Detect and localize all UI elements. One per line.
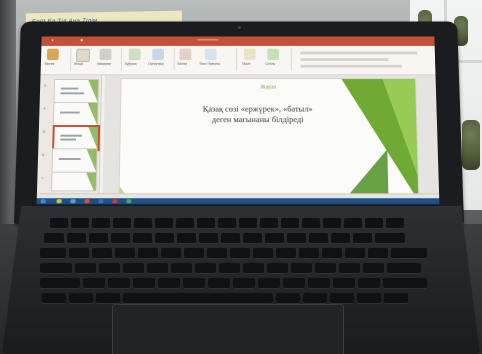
touchpad[interactable] — [112, 304, 344, 354]
layout-icon[interactable] — [129, 49, 141, 60]
ribbon-label: Стиль — [265, 62, 275, 66]
current-slide[interactable]: Жауап Қазақ сөзі «ержүрек», «батыл» деге… — [118, 78, 420, 204]
new-slide-icon[interactable] — [76, 49, 90, 62]
laptop-lid: ● ■ ━━━━━━━━━ Бөлек Жаңа Көшірме Бұйрық … — [14, 22, 464, 224]
section-icon[interactable] — [180, 49, 192, 60]
paste-icon[interactable] — [47, 49, 59, 60]
keyboard — [40, 218, 444, 304]
app-icon[interactable] — [112, 199, 117, 203]
slide-number: 4 — [43, 106, 45, 111]
slide-number: 3 — [44, 83, 46, 88]
ribbon-label: Бөлім — [177, 62, 186, 66]
slide-body-line-2: деген мағынаны білдіреді — [164, 114, 351, 125]
laptop-screen: ● ■ ━━━━━━━━━ Бөлек Жаңа Көшірме Бұйрық … — [37, 36, 440, 204]
ribbon-label: Жаңа — [74, 62, 83, 66]
slide-number: 5 — [43, 129, 45, 134]
ribbon-label: Бұйрық — [125, 62, 137, 66]
slide-number: 6 — [42, 152, 44, 157]
explorer-icon[interactable] — [57, 199, 62, 203]
photo-scene: Бой! Ел Тіл Ана Тілім ● ■ ━━━━━━━━━ Бөле… — [0, 0, 482, 354]
webcam-icon — [238, 26, 241, 29]
style-icon[interactable] — [267, 49, 279, 60]
arrange-icon[interactable] — [152, 49, 164, 60]
slide-title[interactable]: Жауап — [219, 85, 317, 91]
start-icon[interactable] — [41, 199, 46, 203]
slide-thumbnail[interactable] — [51, 172, 97, 192]
slides-pane: 3 4 5 6 7 — [37, 75, 102, 193]
word-icon[interactable] — [98, 199, 103, 203]
app-title-bar: ● ■ ━━━━━━━━━ — [41, 36, 434, 45]
text-direction-icon[interactable] — [205, 49, 217, 60]
powerpoint-icon[interactable] — [84, 199, 89, 203]
ribbon-label: Орналасу — [148, 62, 164, 66]
slide-body-text[interactable]: Қазақ сөзі «ержүрек», «батыл» деген мағы… — [164, 104, 351, 125]
slide-thumbnail[interactable] — [53, 102, 99, 126]
ribbon-label: Пішін — [242, 62, 251, 66]
ribbon-label: Текст бағыты — [199, 62, 220, 66]
app-icon[interactable] — [126, 199, 131, 203]
ribbon-label: Бөлек — [45, 62, 55, 66]
copy-icon[interactable] — [100, 49, 112, 60]
slide-body-line-1: Қазақ сөзі «ержүрек», «батыл» — [164, 104, 351, 115]
slide-thumbnail[interactable] — [51, 148, 97, 172]
slide-thumbnail-selected[interactable] — [52, 125, 100, 151]
ribbon-toolbar: Бөлек Жаңа Көшірме Бұйрық Орналасу Бөлім… — [41, 46, 436, 75]
slide-number: 7 — [41, 176, 43, 181]
windows-taskbar — [37, 198, 440, 204]
browser-icon[interactable] — [71, 199, 76, 203]
ribbon-label: Көшірме — [97, 62, 111, 66]
slide-thumbnail[interactable] — [53, 79, 99, 103]
shape-icon[interactable] — [244, 49, 256, 60]
